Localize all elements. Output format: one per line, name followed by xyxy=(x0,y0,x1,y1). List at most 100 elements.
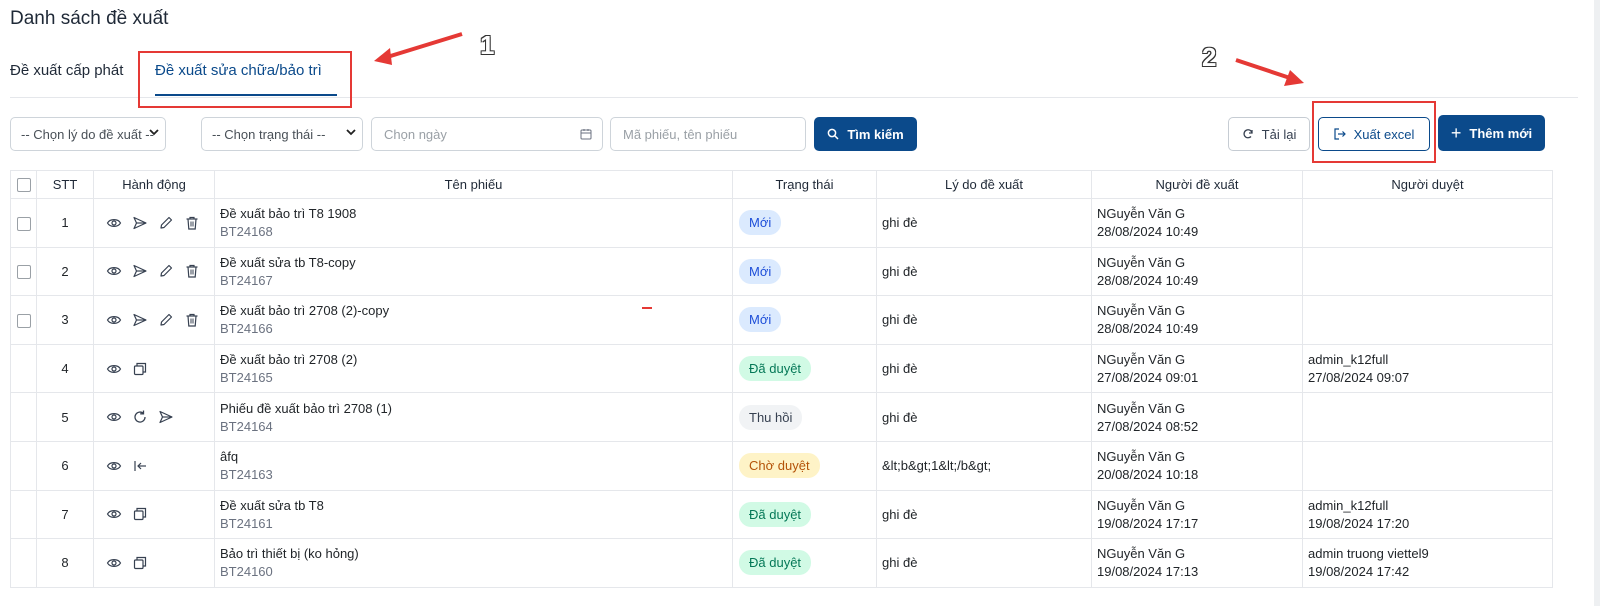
row-select-cell xyxy=(10,343,37,394)
proposal-code: BT24163 xyxy=(220,467,273,483)
row-stt: 5 xyxy=(36,392,94,442)
copy-icon[interactable] xyxy=(132,555,148,571)
status-badge: Mới xyxy=(739,258,782,284)
reload-button[interactable]: Tải lại xyxy=(1228,117,1310,151)
proposal-code: BT24160 xyxy=(220,564,273,580)
row-reason: ghi đè xyxy=(876,489,1092,540)
send-icon[interactable] xyxy=(158,409,174,425)
proposal-name[interactable]: âfq xyxy=(220,449,732,464)
proposal-name[interactable]: Phiếu đề xuất bảo trì 2708 (1) xyxy=(220,401,732,416)
row-actions xyxy=(93,295,215,345)
row-name-cell: Đề xuất sửa tb T8 BT24161 xyxy=(214,489,733,540)
view-icon[interactable] xyxy=(106,555,122,571)
copy-icon[interactable] xyxy=(132,361,148,377)
proposal-name[interactable]: Đề xuất sửa tb T8-copy xyxy=(220,255,732,270)
row-stt: 1 xyxy=(36,198,94,248)
view-icon[interactable] xyxy=(106,312,122,328)
row-proposer-cell: NGuyễn Văn G 19/08/2024 17:13 xyxy=(1091,538,1303,588)
annotation-box-tab xyxy=(138,51,352,108)
row-select-cell xyxy=(10,538,37,588)
approved-time: 19/08/2024 17:20 xyxy=(1308,515,1410,531)
row-stt: 6 xyxy=(36,440,94,491)
status-select[interactable]: -- Chọn trạng thái -- xyxy=(201,117,363,151)
annotation-arrow-icon xyxy=(1235,58,1304,86)
proposed-time: 27/08/2024 08:52 xyxy=(1097,418,1199,434)
proposal-name[interactable]: Đề xuất bảo trì 2708 (2)-copy xyxy=(220,303,732,318)
delete-icon[interactable] xyxy=(184,312,200,328)
header-proposer: Người đề xuất xyxy=(1091,170,1303,199)
row-proposer-cell: NGuyễn Văn G 27/08/2024 09:01 xyxy=(1091,343,1303,394)
keyword-placeholder: Mã phiếu, tên phiếu xyxy=(623,127,738,142)
proposed-time: 28/08/2024 10:49 xyxy=(1097,321,1199,337)
edit-icon[interactable] xyxy=(158,215,174,231)
edit-icon[interactable] xyxy=(158,263,174,279)
delete-icon[interactable] xyxy=(184,215,200,231)
proposal-code: BT24164 xyxy=(220,418,273,434)
search-button[interactable]: Tìm kiếm xyxy=(814,117,917,151)
annotation-number-1: 1 xyxy=(480,30,495,60)
header-actions: Hành động xyxy=(93,170,215,199)
row-actions xyxy=(93,198,215,248)
restore-icon[interactable] xyxy=(132,409,148,425)
status-badge: Thu hồi xyxy=(739,404,803,430)
table-row: 2 Đề xuất sửa tb T8-copy BT24167 Mới ghi đè N… xyxy=(10,246,1553,297)
proposer-name: NGuyễn Văn G xyxy=(1097,352,1186,368)
view-icon[interactable] xyxy=(106,263,122,279)
keyword-search-input[interactable]: Mã phiếu, tên phiếu xyxy=(610,117,806,151)
view-icon[interactable] xyxy=(106,458,122,474)
row-name-cell: Bảo trì thiết bị (ko hỏng) BT24160 xyxy=(214,538,733,588)
status-badge: Đã duyệt xyxy=(739,356,812,382)
proposal-code: BT24165 xyxy=(220,370,273,386)
reason-select[interactable]: -- Chọn lý do đề xuất -- xyxy=(10,117,166,151)
add-new-button[interactable]: + Thêm mới xyxy=(1438,115,1545,151)
proposer-name: NGuyễn Văn G xyxy=(1097,497,1186,513)
proposer-name: NGuyễn Văn G xyxy=(1097,206,1186,222)
proposed-time: 20/08/2024 10:18 xyxy=(1097,467,1199,483)
calendar-icon xyxy=(580,129,592,140)
row-approver-cell xyxy=(1302,295,1553,345)
date-picker-input[interactable]: Chọn ngày xyxy=(371,117,603,151)
row-status-cell: Đã duyệt xyxy=(732,489,877,540)
proposal-name[interactable]: Đề xuất sửa tb T8 xyxy=(220,498,732,513)
proposal-name[interactable]: Đề xuất bảo trì 2708 (2) xyxy=(220,352,732,367)
send-icon[interactable] xyxy=(132,215,148,231)
row-checkbox[interactable] xyxy=(16,216,31,231)
send-icon[interactable] xyxy=(132,263,148,279)
chevron-down-icon xyxy=(346,129,356,136)
row-checkbox[interactable] xyxy=(16,265,31,280)
approver-name: admin truong viettel9 xyxy=(1308,546,1429,562)
view-icon[interactable] xyxy=(106,409,122,425)
row-actions xyxy=(93,538,215,588)
annotation-box-export xyxy=(1312,101,1436,163)
proposal-name[interactable]: Bảo trì thiết bị (ko hỏng) xyxy=(220,546,732,561)
proposal-name[interactable]: Đề xuất bảo trì T8 1908 xyxy=(220,206,732,221)
date-placeholder: Chọn ngày xyxy=(384,127,447,142)
send-icon[interactable] xyxy=(132,312,148,328)
row-name-cell: Phiếu đề xuất bảo trì 2708 (1) BT24164 xyxy=(214,392,733,442)
delete-icon[interactable] xyxy=(184,263,200,279)
view-icon[interactable] xyxy=(106,215,122,231)
view-icon[interactable] xyxy=(106,506,122,522)
view-icon[interactable] xyxy=(106,361,122,377)
row-checkbox[interactable] xyxy=(16,313,31,328)
refresh-icon xyxy=(1243,129,1253,139)
select-all-checkbox[interactable] xyxy=(16,178,31,193)
header-reason: Lý do đề xuất xyxy=(876,170,1092,199)
copy-icon[interactable] xyxy=(132,506,148,522)
search-button-label: Tìm kiếm xyxy=(847,126,904,142)
recall-icon[interactable] xyxy=(132,458,148,474)
proposed-time: 19/08/2024 17:13 xyxy=(1097,564,1199,580)
header-approver: Người duyệt xyxy=(1302,170,1553,199)
row-select-cell xyxy=(10,295,37,345)
chevron-down-icon xyxy=(149,129,159,136)
row-actions xyxy=(93,489,215,540)
header-status: Trạng thái xyxy=(732,170,877,199)
row-stt: 4 xyxy=(36,343,94,394)
tab-allocation-proposal[interactable]: Đề xuất cấp phát xyxy=(10,62,123,79)
page-title: Danh sách đề xuất xyxy=(10,8,169,29)
proposal-code: BT24166 xyxy=(220,321,273,337)
scrollbar-track[interactable] xyxy=(1594,0,1600,606)
status-badge: Chờ duyệt xyxy=(739,453,820,479)
proposer-name: NGuyễn Văn G xyxy=(1097,303,1186,319)
edit-icon[interactable] xyxy=(158,312,174,328)
